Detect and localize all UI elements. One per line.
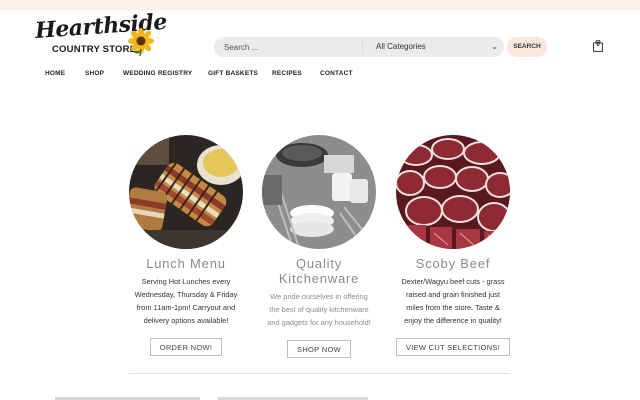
- lunch-desc-line-4: delivery options available!: [143, 316, 229, 325]
- search-bar: All Categories ⌄: [214, 37, 504, 57]
- shop-now-button[interactable]: SHOP NOW: [287, 340, 351, 358]
- kitchenware-title-line-2: Kitchenware: [278, 271, 360, 286]
- site-header: Hearthside COUNTRY STORE Search ... All …: [0, 9, 640, 66]
- top-announcement-bar: [0, 0, 640, 10]
- kitchen-desc-line-1: We pride ourselves in offering: [270, 292, 368, 301]
- kitchenware-description: We pride ourselves in offering the best …: [244, 290, 394, 329]
- search-input[interactable]: [214, 37, 360, 57]
- nav-item-home[interactable]: HOME: [45, 70, 85, 80]
- kitchenware-card: Quality Kitchenware We pride ourselves i…: [244, 135, 394, 358]
- chevron-down-icon: ⌄: [491, 42, 498, 51]
- kitchen-desc-line-2: the best of quality kitchenware: [269, 305, 369, 314]
- nav-item-gift-baskets[interactable]: GIFT BASKETS: [208, 70, 272, 80]
- lunch-desc-line-2: Wednesday, Thursday & Friday: [134, 290, 238, 299]
- category-select[interactable]: All Categories ⌄: [376, 37, 504, 57]
- nav-item-contact[interactable]: CONTACT: [320, 70, 353, 80]
- search-button[interactable]: SEARCH: [507, 37, 547, 57]
- cart-button[interactable]: 0: [593, 40, 603, 52]
- beef-desc-line-2: raised and grain finished just: [405, 290, 501, 299]
- category-select-value: All Categories: [376, 42, 426, 51]
- main-nav: HOME SHOP WEDDING REGISTRY GIFT BASKETS …: [45, 70, 353, 80]
- scoby-beef-description: Dexter/Wagyu beef cuts - grass raised an…: [378, 275, 528, 327]
- scoby-beef-title: Scoby Beef: [415, 256, 491, 271]
- section-divider: [129, 373, 510, 374]
- lunch-menu-description: Serving Hot Lunches every Wednesday, Thu…: [111, 275, 261, 327]
- kitchenware-image[interactable]: [262, 135, 376, 249]
- kitchenware-title: Quality Kitchenware: [244, 256, 394, 286]
- order-now-button[interactable]: ORDER NOW!: [149, 338, 223, 356]
- cart-count-badge: 0: [596, 42, 600, 48]
- nav-item-wedding-registry[interactable]: WEDDING REGISTRY: [123, 70, 208, 80]
- lunch-desc-line-1: Serving Hot Lunches every: [141, 277, 231, 286]
- lunch-menu-title: Lunch Menu: [146, 256, 226, 271]
- nav-item-shop[interactable]: SHOP: [85, 70, 123, 80]
- kitchenware-title-line-1: Quality: [295, 256, 343, 271]
- lunch-sandwich-image[interactable]: [129, 135, 243, 249]
- logo-subtitle: COUNTRY STORE: [52, 44, 137, 55]
- store-logo[interactable]: Hearthside COUNTRY STORE: [34, 9, 168, 62]
- beef-cuts-image[interactable]: [396, 135, 510, 249]
- beef-desc-line-3: miles from the store. Taste &: [406, 303, 500, 312]
- search-divider: [362, 40, 363, 54]
- scoby-beef-card: Scoby Beef Dexter/Wagyu beef cuts - gras…: [378, 135, 528, 356]
- lunch-desc-line-3: from 11am-1pm! Carryout and: [136, 303, 236, 312]
- lunch-menu-card: Lunch Menu Serving Hot Lunches every Wed…: [111, 135, 261, 356]
- kitchen-desc-line-3: and gadgets for any household!: [267, 318, 371, 327]
- view-cut-selections-button[interactable]: VIEW CUT SELECTIONS!: [395, 338, 511, 356]
- sunflower-icon: [128, 28, 154, 56]
- beef-desc-line-1: Dexter/Wagyu beef cuts - grass: [401, 277, 505, 286]
- beef-desc-line-4: enjoy the difference in quality!: [404, 316, 502, 325]
- nav-item-recipes[interactable]: RECIPES: [272, 70, 320, 80]
